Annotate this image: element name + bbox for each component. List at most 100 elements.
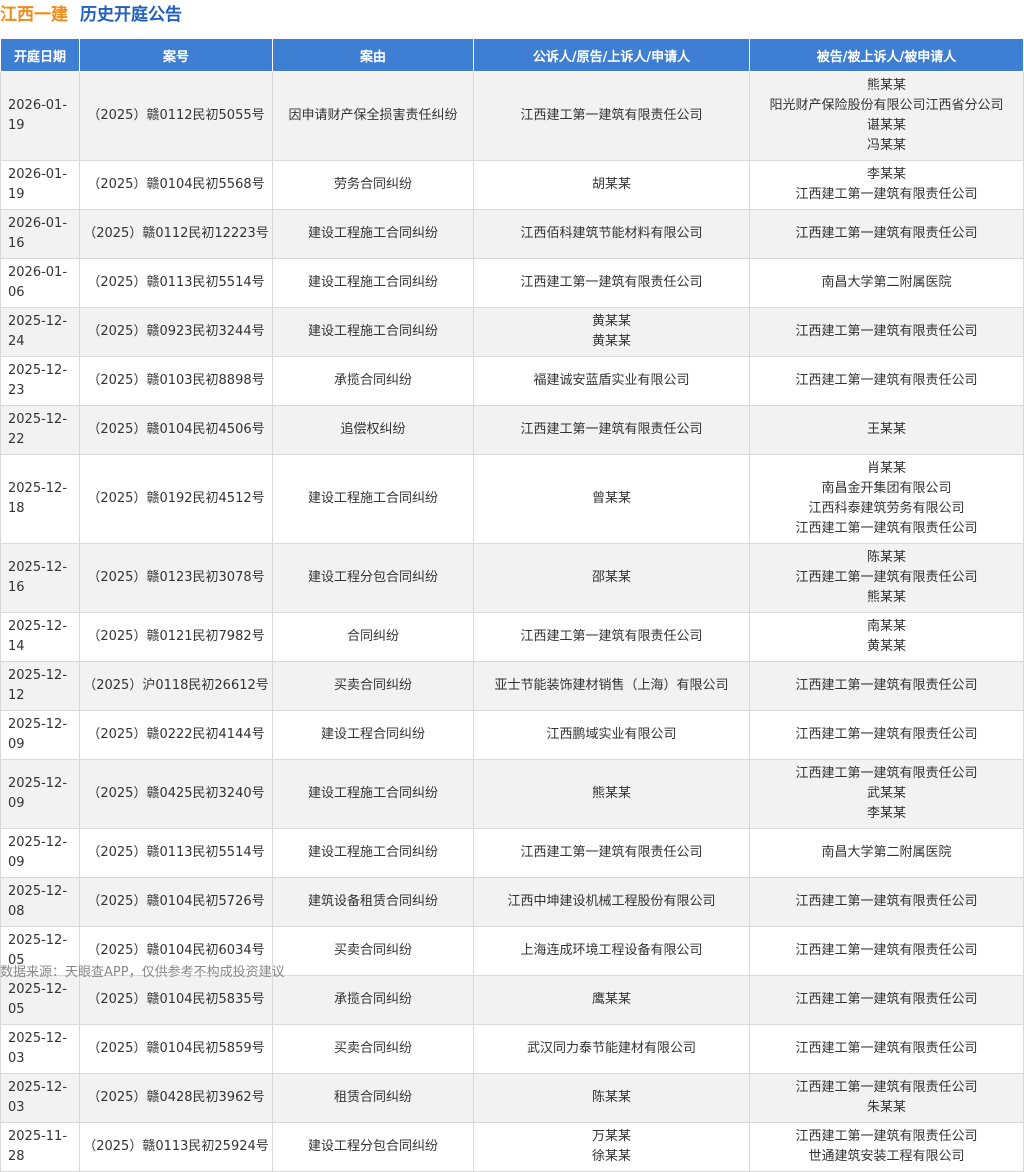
company-name: 江西一建 xyxy=(0,5,68,25)
page-title: 江西一建 历史开庭公告 xyxy=(0,2,182,28)
case-cause: 承揽合同纠纷 xyxy=(272,975,474,1025)
case-cause: 买卖合同纠纷 xyxy=(272,661,474,711)
plaintiff-list: 江西建工第一建筑有限责任公司 xyxy=(473,71,750,161)
hearing-date: 2026-01-19 xyxy=(0,160,80,210)
defendant-list-entry: 冯某某 xyxy=(866,138,906,153)
defendant-list-entry: 李某某 xyxy=(866,806,906,821)
table-row: 2025-12-18 （2025）赣0192民初4512号 建设工程施工合同纠纷 曾某… xyxy=(0,454,1024,544)
plaintiff-list: 上海连成环境工程设备有限公司 xyxy=(473,926,750,976)
case-number: （2025）赣0103民初8898号 xyxy=(79,356,273,406)
defendant-list-entry: 江西建工第一建筑有限责任公司 xyxy=(795,943,978,958)
plaintiff-list: 江西建工第一建筑有限责任公司 xyxy=(473,258,750,308)
table-row: 2025-12-14 （2025）赣0121民初7982号 合同纠纷 江西建工第一建筑… xyxy=(0,612,1024,662)
plaintiff-list: 江西建工第一建筑有限责任公司 xyxy=(473,612,750,662)
case-cause: 建设工程合同纠纷 xyxy=(272,710,474,760)
case-cause: 建设工程施工合同纠纷 xyxy=(272,258,474,308)
case-number: （2025）赣0113民初5514号 xyxy=(79,258,273,308)
hearing-date: 2025-11-28 xyxy=(0,1122,80,1172)
plaintiff-list-entry: 江西建工第一建筑有限责任公司 xyxy=(520,422,703,437)
defendant-list: 李某某 江西建工第一建筑有限责任公司 xyxy=(749,160,1024,210)
defendant-list-entry: 江西建工第一建筑有限责任公司 xyxy=(795,324,978,339)
defendant-list: 江西建工第一建筑有限责任公司 xyxy=(749,307,1024,357)
case-number: （2025）赣0104民初5859号 xyxy=(79,1024,273,1074)
defendant-list-entry: 南昌金开集团有限公司 xyxy=(821,481,952,496)
defendant-list: 南某某 黄某某 xyxy=(749,612,1024,662)
plaintiff-list-entry: 江西佰科建筑节能材料有限公司 xyxy=(520,226,703,241)
defendant-list-entry: 南某某 xyxy=(866,619,906,634)
hearing-date: 2025-12-14 xyxy=(0,612,80,662)
defendant-list-entry: 江西建工第一建筑有限责任公司 xyxy=(795,992,978,1007)
hearing-date: 2025-12-09 xyxy=(0,759,80,829)
case-number: （2025）赣0113民初5514号 xyxy=(79,828,273,878)
defendant-list-entry: 江西建工第一建筑有限责任公司 xyxy=(795,521,978,536)
case-cause: 建设工程分包合同纠纷 xyxy=(272,1122,474,1172)
plaintiff-list: 江西建工第一建筑有限责任公司 xyxy=(473,828,750,878)
defendant-list-entry: 肖某某 xyxy=(866,461,906,476)
plaintiff-list-entry: 江西建工第一建筑有限责任公司 xyxy=(520,275,703,290)
table-row: 2025-12-09 （2025）赣0113民初5514号 建设工程施工合同纠纷 江西… xyxy=(0,828,1024,878)
plaintiff-list-entry: 亚士节能装饰建材销售（上海）有限公司 xyxy=(494,678,729,693)
defendant-list-entry: 朱某某 xyxy=(866,1100,906,1115)
plaintiff-list: 鹰某某 xyxy=(473,975,750,1025)
defendant-list: 江西建工第一建筑有限责任公司 武某某李某某 xyxy=(749,759,1024,829)
plaintiff-list: 江西佰科建筑节能材料有限公司 xyxy=(473,209,750,259)
plaintiff-list-entry: 上海连成环境工程设备有限公司 xyxy=(520,943,703,958)
table-row: 2025-12-09 （2025）赣0425民初3240号 建设工程施工合同纠纷 熊某… xyxy=(0,759,1024,829)
defendant-list-entry: 南昌大学第二附属医院 xyxy=(821,845,952,860)
hearing-date: 2025-12-18 xyxy=(0,454,80,544)
case-cause: 买卖合同纠纷 xyxy=(272,926,474,976)
defendant-list-entry: 熊某某 xyxy=(866,78,906,93)
case-number: （2025）赣0112民初5055号 xyxy=(79,71,273,161)
column-header-case-no: 案号 xyxy=(79,38,273,72)
defendant-list: 江西建工第一建筑有限责任公司 朱某某 xyxy=(749,1073,1024,1123)
plaintiff-list: 万某某 徐某某 xyxy=(473,1122,750,1172)
plaintiff-list-entry: 邵某某 xyxy=(591,570,631,585)
table-body: 2026-01-19 （2025）赣0112民初5055号 因申请财产保全损害责任纠… xyxy=(0,71,1024,1172)
case-cause: 建设工程施工合同纠纷 xyxy=(272,209,474,259)
table-row: 2026-01-19 （2025）赣0112民初5055号 因申请财产保全损害责任纠… xyxy=(0,71,1024,161)
table-row: 2025-12-05 （2025）赣0104民初5835号 承揽合同纠纷 鹰某某 江西建… xyxy=(0,975,1024,1025)
table-header-row: 开庭日期 案号 案由 公诉人/原告/上诉人/申请人 被告/被上诉人/被申请人 xyxy=(0,38,1024,72)
defendant-list-entry: 江西建工第一建筑有限责任公司 xyxy=(795,766,978,781)
defendant-list-entry: 江西建工第一建筑有限责任公司 xyxy=(795,894,978,909)
page-subtitle: 历史开庭公告 xyxy=(80,5,182,25)
table-row: 2025-12-03 （2025）赣0104民初5859号 买卖合同纠纷 武汉同力泰节… xyxy=(0,1024,1024,1074)
case-number: （2025）沪0118民初26612号 xyxy=(79,661,273,711)
case-number: （2025）赣0923民初3244号 xyxy=(79,307,273,357)
defendant-list-entry: 江西建工第一建筑有限责任公司 xyxy=(795,373,978,388)
hearing-date: 2025-12-08 xyxy=(0,877,80,927)
hearing-date: 2025-12-24 xyxy=(0,307,80,357)
defendant-list-entry: 江西建工第一建筑有限责任公司 xyxy=(795,1129,978,1144)
defendant-list-entry: 武某某 xyxy=(866,786,906,801)
defendant-list-entry: 江西建工第一建筑有限责任公司 xyxy=(795,187,978,202)
defendant-list-entry: 江西建工第一建筑有限责任公司 xyxy=(795,1080,978,1095)
defendant-list: 王某某 xyxy=(749,405,1024,455)
defendant-list: 江西建工第一建筑有限责任公司 xyxy=(749,710,1024,760)
case-number: （2025）赣0112民初12223号 xyxy=(79,209,273,259)
plaintiff-list-entry: 江西建工第一建筑有限责任公司 xyxy=(520,629,703,644)
plaintiff-list: 江西鹏域实业有限公司 xyxy=(473,710,750,760)
case-number: （2025）赣0425民初3240号 xyxy=(79,759,273,829)
defendant-list: 江西建工第一建筑有限责任公司 xyxy=(749,975,1024,1025)
defendant-list: 江西建工第一建筑有限责任公司 xyxy=(749,877,1024,927)
defendant-list-entry: 陈某某 xyxy=(866,550,906,565)
column-header-defendant: 被告/被上诉人/被申请人 xyxy=(749,38,1024,72)
hearing-date: 2026-01-06 xyxy=(0,258,80,308)
plaintiff-list-entry: 曾某某 xyxy=(591,491,631,506)
defendant-list: 江西建工第一建筑有限责任公司 xyxy=(749,926,1024,976)
plaintiff-list-entry: 江西中坤建设机械工程股份有限公司 xyxy=(507,894,716,909)
case-cause: 建设工程分包合同纠纷 xyxy=(272,543,474,613)
plaintiff-list-entry: 武汉同力泰节能建材有限公司 xyxy=(526,1041,696,1056)
plaintiff-list-entry: 万某某 xyxy=(591,1129,631,1144)
plaintiff-list: 邵某某 xyxy=(473,543,750,613)
table-row: 2026-01-16 （2025）赣0112民初12223号 建设工程施工合同纠纷 江… xyxy=(0,209,1024,259)
plaintiff-list-entry: 陈某某 xyxy=(591,1090,631,1105)
table-row: 2025-12-22 （2025）赣0104民初4506号 追偿权纠纷 江西建工第一建… xyxy=(0,405,1024,455)
plaintiff-list: 胡某某 xyxy=(473,160,750,210)
table-row: 2025-12-03 （2025）赣0428民初3962号 租赁合同纠纷 陈某某 江西建… xyxy=(0,1073,1024,1123)
case-number: （2025）赣0104民初5726号 xyxy=(79,877,273,927)
case-cause: 建设工程施工合同纠纷 xyxy=(272,454,474,544)
defendant-list: 江西建工第一建筑有限责任公司 世通建筑安装工程有限公司 xyxy=(749,1122,1024,1172)
column-header-plaintiff: 公诉人/原告/上诉人/申请人 xyxy=(473,38,750,72)
plaintiff-list-entry: 福建诚安蓝盾实业有限公司 xyxy=(533,373,690,388)
